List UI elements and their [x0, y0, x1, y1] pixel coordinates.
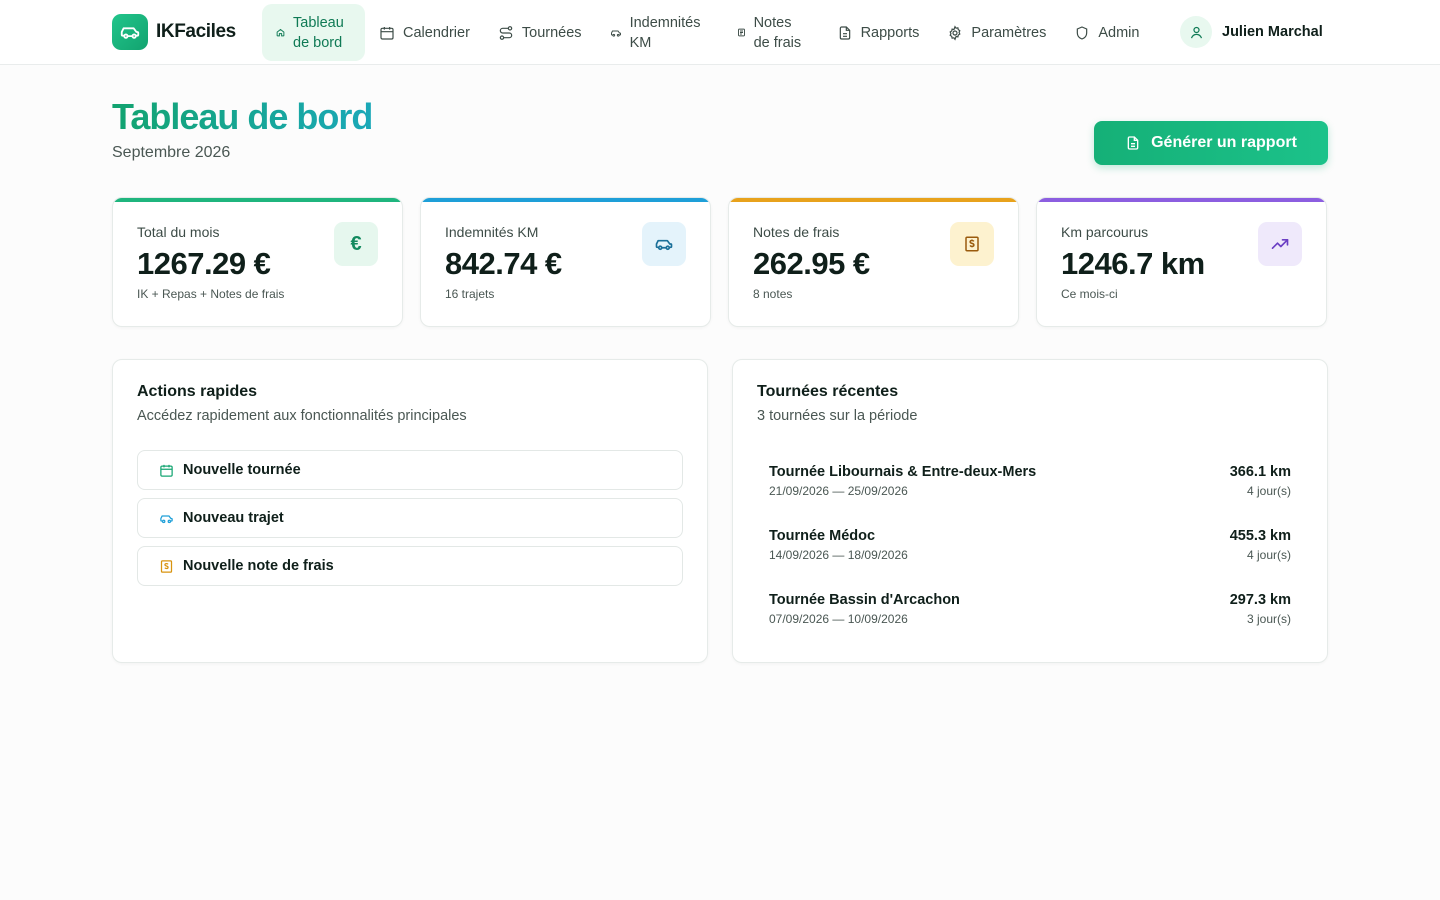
user-menu[interactable]: Julien Marchal — [1180, 16, 1323, 48]
quick-action-label: Nouvelle tournée — [183, 462, 301, 478]
user-name: Julien Marchal — [1222, 24, 1323, 40]
file-text-icon — [839, 25, 850, 40]
stat-accent-bar — [421, 198, 710, 202]
generate-report-label: Générer un rapport — [1151, 134, 1297, 151]
stat-value: 1267.29 € — [137, 246, 271, 281]
nav-label: Tableau de bord — [293, 14, 344, 51]
new-expense-note-button[interactable]: Nouvelle note de frais — [137, 546, 683, 586]
panel-title: Actions rapides — [137, 383, 258, 400]
receipt-icon — [737, 28, 745, 37]
new-tour-button[interactable]: Nouvelle tournée — [137, 450, 683, 490]
home-icon — [276, 28, 285, 37]
nav-label: Paramètres — [971, 24, 1047, 41]
stat-accent-bar — [729, 198, 1018, 202]
tour-list-item[interactable]: Tournée Médoc 14/09/2026 — 18/09/2026 45… — [769, 526, 1291, 566]
nav-label: Tournées — [521, 24, 582, 41]
tour-name: Tournée Médoc — [769, 528, 876, 544]
shield-icon — [1077, 25, 1088, 40]
stat-accent-bar — [1037, 198, 1326, 202]
receipt-icon — [160, 559, 173, 573]
panel-subtitle: 3 tournées sur la période — [757, 408, 918, 424]
nav-item-rapports[interactable]: Rapports — [823, 4, 934, 61]
tour-km: 366.1 km — [1229, 464, 1291, 480]
recent-tours-panel: Tournées récentes 3 tournées sur la péri… — [732, 359, 1328, 663]
nav-label: Admin — [1098, 24, 1140, 41]
page-title: Tableau de bord — [112, 96, 373, 137]
stat-value: 842.74 € — [445, 246, 562, 281]
stat-card-notes: Notes de frais 262.95 € 8 notes — [728, 197, 1019, 327]
tour-dates: 07/09/2026 — 10/09/2026 — [769, 612, 908, 626]
stat-card-indemnites: Indemnités KM 842.74 € 16 trajets — [420, 197, 711, 327]
euro-icon: € — [334, 222, 378, 266]
new-trip-button[interactable]: Nouveau trajet — [137, 498, 683, 538]
stat-sub: Ce mois-ci — [1061, 287, 1118, 301]
stat-label: Notes de frais — [753, 224, 840, 240]
nav-label: Indemnités KM — [629, 14, 701, 51]
tour-dates: 21/09/2026 — 25/09/2026 — [769, 484, 908, 498]
brand[interactable]: IKFaciles — [112, 14, 236, 50]
quick-actions-panel: Actions rapides Accédez rapidement aux f… — [112, 359, 708, 663]
nav-label: Calendrier — [403, 24, 470, 41]
nav-item-notes-de-frais[interactable]: Notes de frais — [723, 4, 823, 61]
nav-item-calendrier[interactable]: Calendrier — [365, 4, 484, 61]
nav-item-parametres[interactable]: Paramètres — [933, 4, 1060, 61]
car-icon — [642, 222, 686, 266]
top-navbar: IKFaciles Tableau de bord Calendrier Tou… — [0, 0, 1440, 65]
nav-label: Rapports — [860, 24, 920, 41]
nav-item-indemnites-km[interactable]: Indemnités KM — [596, 4, 723, 61]
stat-label: Indemnités KM — [445, 224, 539, 240]
stat-sub: IK + Repas + Notes de frais — [137, 287, 285, 301]
nav-item-admin[interactable]: Admin — [1060, 4, 1153, 61]
quick-action-label: Nouvelle note de frais — [183, 558, 334, 574]
nav-item-tableau-de-bord[interactable]: Tableau de bord — [262, 4, 365, 61]
stat-value: 262.95 € — [753, 246, 870, 281]
tour-dates: 14/09/2026 — 18/09/2026 — [769, 548, 908, 562]
route-icon — [499, 25, 513, 40]
stat-card-total: Total du mois 1267.29 € IK + Repas + Not… — [112, 197, 403, 327]
stat-label: Km parcourus — [1061, 224, 1149, 240]
calendar-icon — [160, 464, 173, 477]
gear-icon — [949, 24, 961, 41]
page-subtitle: Septembre 2026 — [112, 144, 231, 161]
tour-name: Tournée Bassin d'Arcachon — [769, 592, 960, 608]
tour-days: 4 jour(s) — [1246, 484, 1291, 498]
receipt-icon — [950, 222, 994, 266]
panel-subtitle: Accédez rapidement aux fonctionnalités p… — [137, 408, 467, 424]
stat-accent-bar — [113, 198, 402, 202]
stat-sub: 8 notes — [753, 287, 793, 301]
car-icon — [112, 14, 148, 50]
calendar-icon — [380, 26, 394, 40]
stat-card-km: Km parcourus 1246.7 km Ce mois-ci — [1036, 197, 1327, 327]
user-icon — [1180, 16, 1212, 48]
app-name: IKFaciles — [156, 21, 236, 42]
car-icon — [610, 30, 621, 37]
tour-km: 455.3 km — [1229, 528, 1291, 544]
quick-action-label: Nouveau trajet — [183, 510, 284, 526]
car-icon — [160, 514, 173, 523]
stat-sub: 16 trajets — [445, 287, 495, 301]
stat-label: Total du mois — [137, 224, 220, 240]
panel-title: Tournées récentes — [757, 383, 899, 400]
generate-report-button[interactable]: Générer un rapport — [1094, 121, 1328, 165]
nav-label: Notes de frais — [753, 14, 802, 51]
tour-days: 4 jour(s) — [1246, 548, 1291, 562]
tour-name: Tournée Libournais & Entre-deux-Mers — [769, 464, 1037, 480]
main-nav: Tableau de bord Calendrier Tournées Inde… — [262, 4, 1153, 61]
trending-up-icon — [1258, 222, 1302, 266]
tour-list-item[interactable]: Tournée Libournais & Entre-deux-Mers 21/… — [769, 462, 1291, 502]
nav-item-tournees[interactable]: Tournées — [484, 4, 596, 61]
stat-value: 1246.7 km — [1061, 246, 1205, 281]
tour-list-item[interactable]: Tournée Bassin d'Arcachon 07/09/2026 — 1… — [769, 590, 1291, 630]
tour-days: 3 jour(s) — [1246, 612, 1291, 626]
file-text-icon — [1127, 136, 1139, 150]
tour-km: 297.3 km — [1229, 592, 1291, 608]
